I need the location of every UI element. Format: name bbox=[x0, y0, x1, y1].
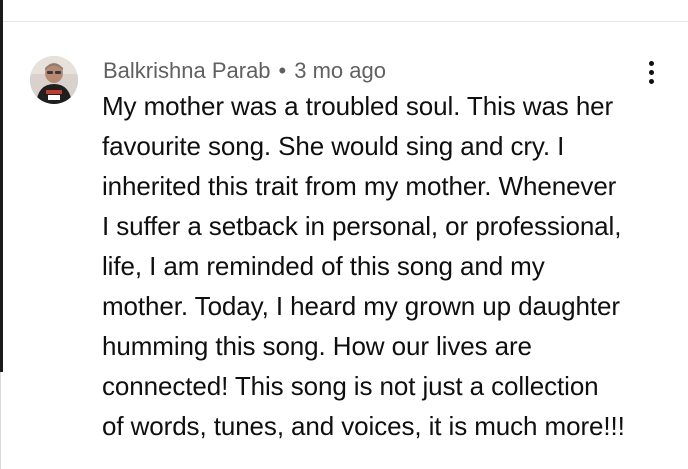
menu-dot bbox=[648, 78, 654, 84]
comment-text-line: life, I am reminded of this song and my bbox=[102, 251, 545, 281]
comment-text-line: humming this song. How our lives are bbox=[102, 331, 532, 361]
comment-header: Balkrishna Parab • 3 mo ago bbox=[103, 56, 386, 86]
comment-text-line: inherited this trait from my mother. Whe… bbox=[102, 171, 617, 201]
comment-text-line: I suffer a setback in personal, or profe… bbox=[102, 211, 622, 241]
author-name[interactable]: Balkrishna Parab bbox=[103, 58, 271, 84]
more-vertical-icon[interactable] bbox=[636, 57, 666, 87]
comment-thread-item: Balkrishna Parab • 3 mo ago My mother wa… bbox=[0, 0, 688, 469]
comment-text-line: connected! This song is not just a colle… bbox=[102, 371, 599, 401]
comment-text-line: of words, tunes, and voices, it is much … bbox=[102, 411, 625, 441]
comment-text-line: mother. Today, I heard my grown up daugh… bbox=[102, 291, 620, 321]
menu-dot bbox=[648, 60, 654, 66]
avatar-image bbox=[30, 56, 78, 104]
timestamp[interactable]: 3 mo ago bbox=[294, 58, 386, 84]
comment-text-line: My mother was a troubled soul. This was … bbox=[102, 91, 614, 121]
comment-page: Balkrishna Parab • 3 mo ago My mother wa… bbox=[0, 0, 688, 469]
menu-dot bbox=[648, 69, 654, 75]
separator-dot: • bbox=[278, 58, 287, 83]
comment-text: My mother was a troubled soul. This was … bbox=[102, 86, 677, 446]
avatar[interactable] bbox=[30, 56, 78, 104]
comment-text-line: favourite song. She would sing and cry. … bbox=[102, 131, 565, 161]
